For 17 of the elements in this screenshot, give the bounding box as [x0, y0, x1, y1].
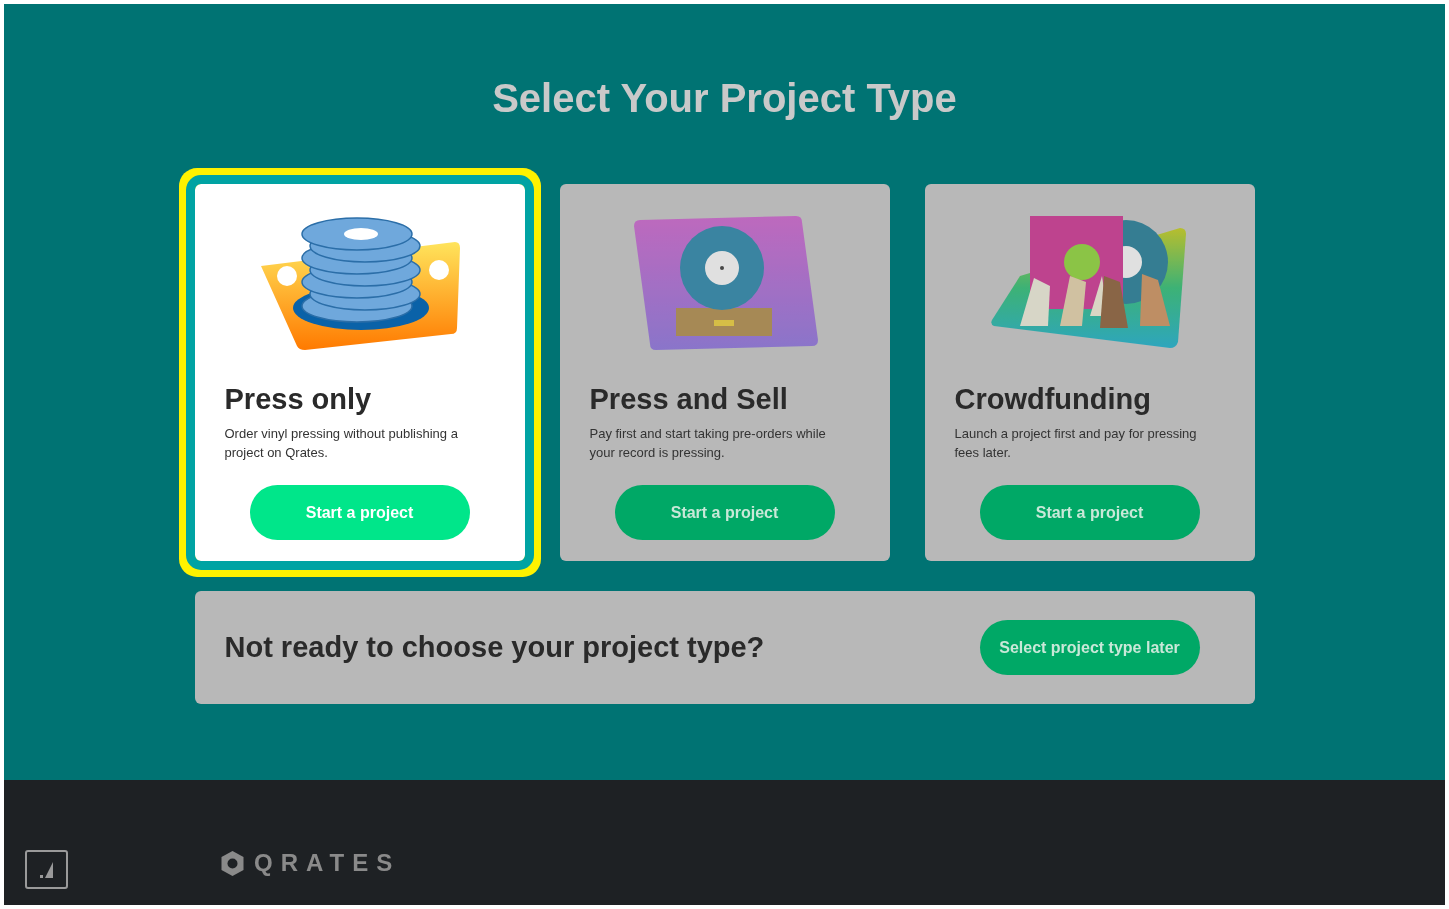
card-description: Order vinyl pressing without publishing a project on Qrates.	[224, 425, 459, 462]
card-description: Pay first and start taking pre-orders while your record is pressing.	[589, 425, 827, 462]
start-project-button[interactable]: Start a project	[249, 485, 470, 540]
card-title: Press and Sell	[589, 382, 789, 416]
card-title: Crowdfunding	[954, 382, 1152, 416]
logo-icon	[219, 849, 246, 877]
start-project-button[interactable]: Start a project	[614, 485, 835, 540]
card-description: Launch a project first and pay for pressing fees later.	[954, 425, 1198, 462]
choose-later-text: Not ready to choose your project type?	[224, 629, 765, 665]
brand-logo-text: QRATES	[254, 848, 401, 878]
project-type-card[interactable]: Crowdfunding Launch a project first and pay for pressing fees later. Start a project	[924, 184, 1255, 561]
project-type-card[interactable]: Press and Sell Pay first and start taking pre-orders while your record is pressing. Start a project	[559, 184, 890, 561]
select-later-button[interactable]: Select project type later	[979, 620, 1200, 675]
card-title: Press only	[224, 382, 373, 416]
corner-logo-icon[interactable]	[25, 850, 68, 889]
page-title: Select Your Project Type	[492, 75, 957, 122]
start-project-button[interactable]: Start a project	[979, 485, 1200, 540]
